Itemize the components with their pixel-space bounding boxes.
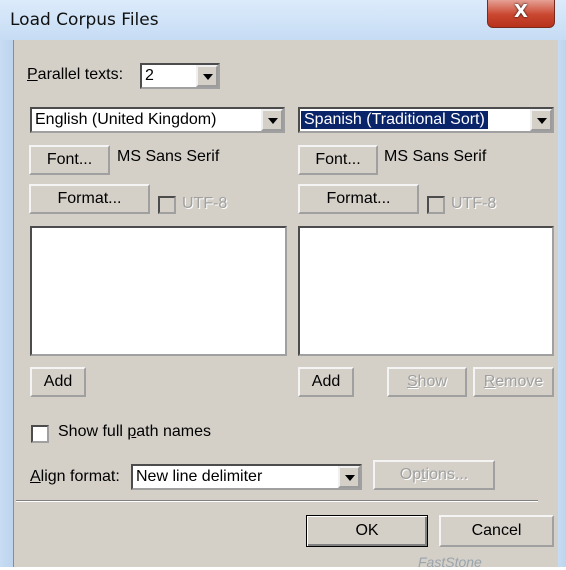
separator bbox=[16, 500, 538, 502]
show-full-path-label: Show full path names bbox=[58, 423, 211, 440]
ok-button[interactable]: OK bbox=[306, 515, 428, 547]
align-format-value: New line delimiter bbox=[136, 468, 263, 485]
right-format-button[interactable]: Format... bbox=[298, 184, 419, 214]
show-button[interactable]: Show bbox=[387, 367, 467, 397]
chevron-down-icon[interactable] bbox=[196, 65, 218, 87]
left-language-select[interactable]: English (United Kingdom) bbox=[30, 107, 285, 133]
show-full-path-checkbox[interactable] bbox=[31, 425, 49, 443]
right-language-select[interactable]: Spanish (Traditional Sort) bbox=[298, 107, 554, 133]
right-font-button[interactable]: Font... bbox=[298, 145, 378, 175]
load-corpus-dialog: Load Corpus Files X Parallel texts: 2 En… bbox=[0, 0, 566, 570]
options-button[interactable]: Options... bbox=[373, 460, 495, 490]
window-frame-left bbox=[0, 40, 13, 567]
left-add-button[interactable]: Add bbox=[30, 367, 86, 397]
parallel-texts-label: Parallel texts: bbox=[27, 66, 124, 83]
cancel-button[interactable]: Cancel bbox=[439, 515, 554, 547]
left-format-button[interactable]: Format... bbox=[29, 184, 150, 214]
align-format-select[interactable]: New line delimiter bbox=[131, 464, 362, 490]
parallel-texts-value: 2 bbox=[145, 67, 154, 84]
align-format-label: Align format: bbox=[30, 468, 120, 485]
left-language-value: English (United Kingdom) bbox=[35, 111, 217, 128]
left-font-button[interactable]: Font... bbox=[29, 145, 110, 175]
right-font-name: MS Sans Serif bbox=[384, 148, 487, 165]
chevron-down-icon[interactable] bbox=[261, 109, 283, 131]
window-frame-right bbox=[557, 40, 566, 567]
right-file-list[interactable] bbox=[298, 226, 554, 356]
watermark-text: FastStone bbox=[418, 554, 482, 570]
right-utf8-checkbox[interactable] bbox=[427, 196, 445, 214]
chevron-down-icon[interactable] bbox=[530, 109, 552, 131]
right-language-value: Spanish (Traditional Sort) bbox=[301, 111, 488, 129]
close-icon: X bbox=[514, 1, 528, 22]
chevron-down-icon[interactable] bbox=[338, 466, 360, 488]
left-utf8-label: UTF-8 bbox=[182, 195, 228, 212]
title-bar: Load Corpus Files X bbox=[0, 0, 566, 40]
close-button[interactable]: X bbox=[487, 0, 555, 28]
left-file-list[interactable] bbox=[30, 226, 287, 356]
right-utf8-label: UTF-8 bbox=[451, 195, 497, 212]
parallel-texts-select[interactable]: 2 bbox=[140, 63, 220, 89]
left-font-name: MS Sans Serif bbox=[117, 148, 220, 165]
left-utf8-checkbox[interactable] bbox=[158, 196, 176, 214]
right-add-button[interactable]: Add bbox=[298, 367, 354, 397]
window-title: Load Corpus Files bbox=[10, 10, 159, 30]
remove-button[interactable]: Remove bbox=[473, 367, 554, 397]
